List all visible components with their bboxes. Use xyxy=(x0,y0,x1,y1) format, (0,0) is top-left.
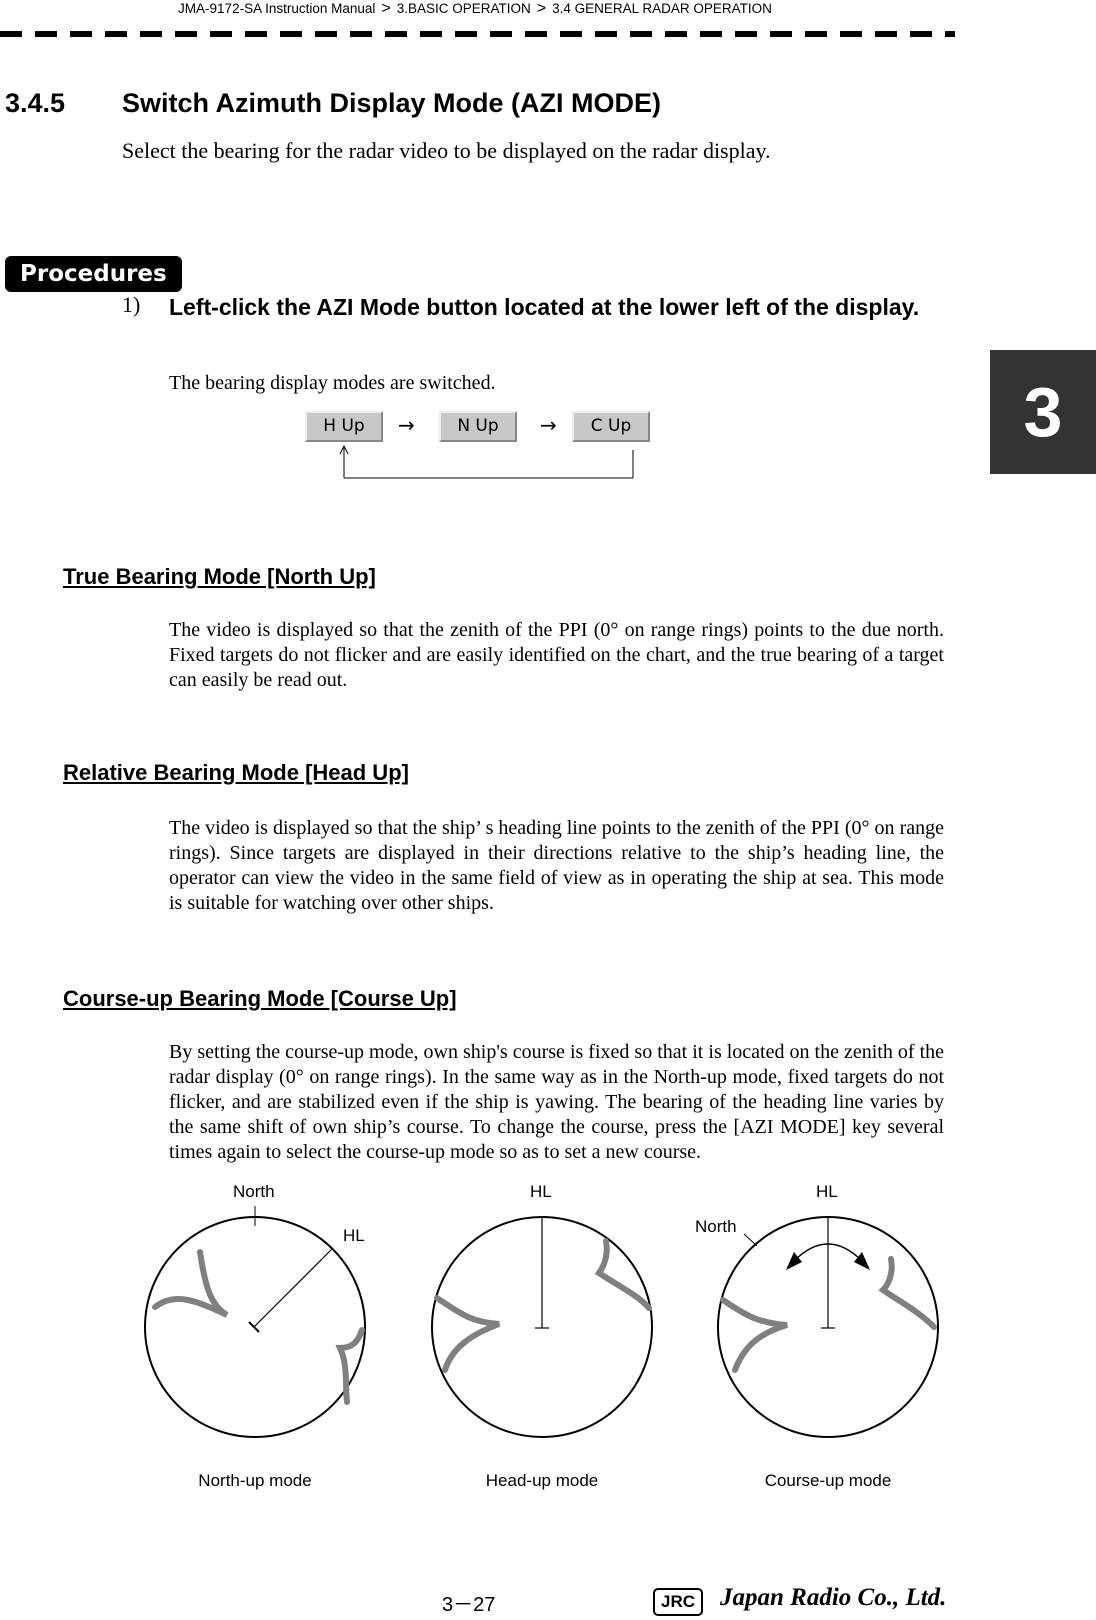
page-number: 3－27 xyxy=(442,1594,496,1616)
target-echo xyxy=(594,1238,652,1311)
course-up-description: By setting the course-up mode, own ship'… xyxy=(169,1041,944,1163)
north-up-heading: True Bearing Mode [North Up] xyxy=(63,564,376,589)
azimuth-mode-figures xyxy=(144,1206,939,1438)
step-number: 1) xyxy=(122,292,141,317)
h-up-button[interactable]: H Up xyxy=(305,411,383,442)
chapter-tab[interactable]: 3 xyxy=(990,350,1096,474)
breadcrumb-item[interactable]: 3.BASIC OPERATION xyxy=(397,1,531,16)
breadcrumb-item[interactable]: 3.4 GENERAL RADAR OPERATION xyxy=(552,1,772,16)
hl-label: HL xyxy=(530,1182,552,1201)
c-up-button[interactable]: C Up xyxy=(572,411,650,442)
north-up-description: The video is displayed so that the zenit… xyxy=(169,619,944,691)
breadcrumb-separator: > xyxy=(536,0,547,17)
step-result: The bearing display modes are switched. xyxy=(169,372,496,394)
course-up-heading: Course-up Bearing Mode [Course Up] xyxy=(63,986,457,1011)
breadcrumb-item[interactable]: JMA-9172-SA Instruction Manual xyxy=(178,1,375,16)
hl-label: HL xyxy=(816,1182,838,1201)
step-instruction: Left-click the AZI Mode button located a… xyxy=(169,294,920,320)
head-up-description: The video is displayed so that the ship’… xyxy=(169,817,944,914)
head-up-heading: Relative Bearing Mode [Head Up] xyxy=(63,760,409,785)
north-label: North xyxy=(233,1182,275,1201)
procedures-badge: Procedures xyxy=(5,256,182,292)
breadcrumb-separator: > xyxy=(381,0,391,17)
section-title: Switch Azimuth Display Mode (AZI MODE) xyxy=(122,88,662,118)
company-name: Japan Radio Co., Ltd. xyxy=(720,1584,947,1611)
n-up-button[interactable]: N Up xyxy=(439,411,517,442)
breadcrumb: JMA-9172-SA Instruction Manual >3.BASIC O… xyxy=(0,0,950,18)
arrow-right-icon: → xyxy=(398,413,415,437)
north-up-ppi xyxy=(144,1206,366,1438)
arrow-right-icon: → xyxy=(540,413,557,437)
return-arrow-line xyxy=(339,444,634,479)
head-up-ppi xyxy=(431,1216,653,1438)
arrow-right-icon xyxy=(854,1252,870,1270)
north-up-caption: North-up mode xyxy=(198,1471,312,1490)
course-up-ppi xyxy=(717,1216,939,1438)
target-echo xyxy=(720,1297,788,1373)
head-up-caption: Head-up mode xyxy=(485,1471,599,1490)
heading-line xyxy=(253,1247,334,1328)
target-echo xyxy=(878,1256,937,1330)
hl-label: HL xyxy=(343,1226,365,1245)
jrc-logo: JRC xyxy=(653,1588,704,1616)
north-marker xyxy=(743,1233,758,1247)
section-number: 3.4.5 xyxy=(5,88,66,118)
target-echo xyxy=(434,1295,501,1373)
section-intro: Select the bearing for the radar video t… xyxy=(122,138,771,163)
course-up-caption: Course-up mode xyxy=(764,1471,892,1490)
arrow-left-icon xyxy=(786,1252,802,1270)
header-divider xyxy=(0,31,955,37)
north-label: North xyxy=(695,1217,737,1236)
